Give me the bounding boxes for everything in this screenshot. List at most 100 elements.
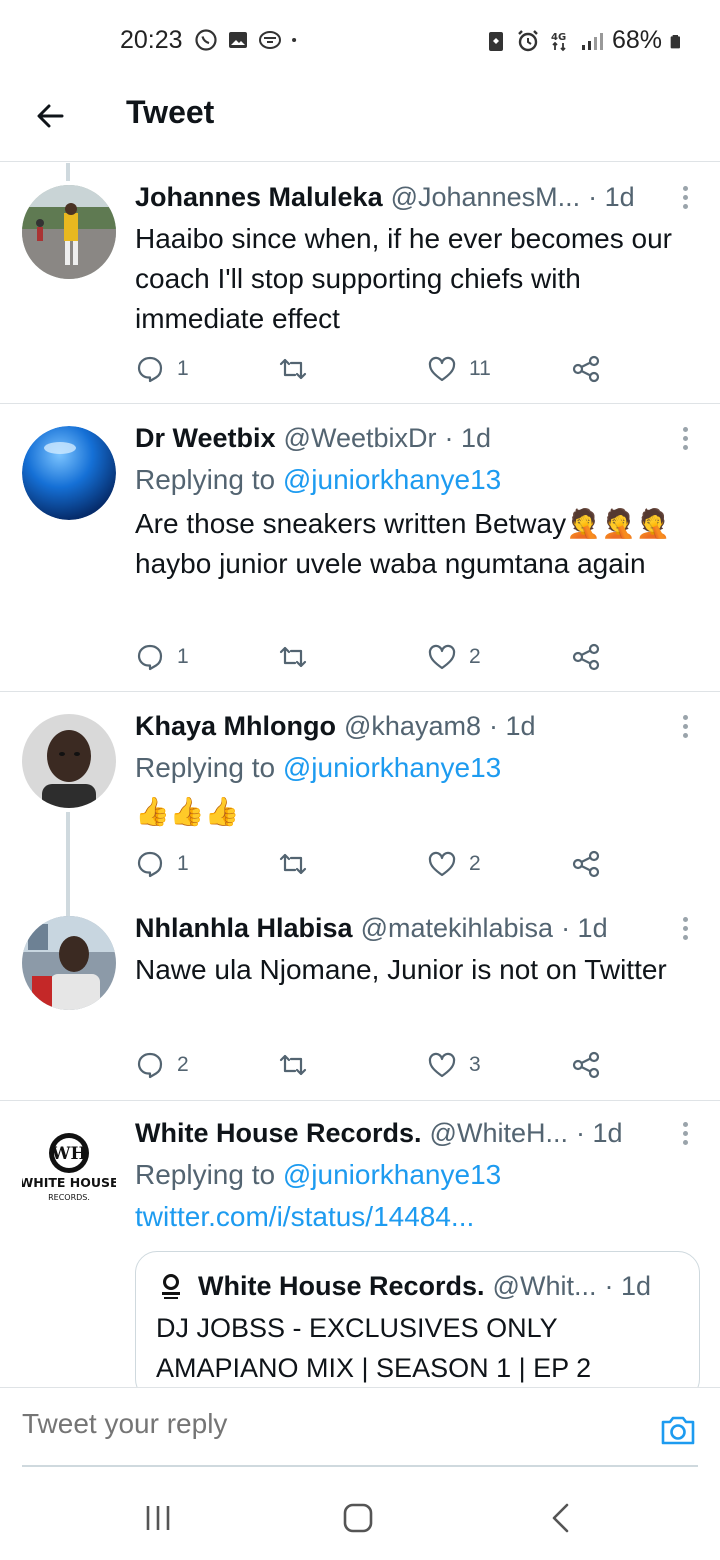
retweet-button[interactable] <box>278 637 320 677</box>
back-button[interactable] <box>30 96 70 136</box>
quoted-tweet-time: · 1d <box>604 1270 651 1301</box>
more-options-button[interactable] <box>678 418 692 458</box>
author-name[interactable]: Khaya Mhlongo <box>135 711 336 742</box>
replying-to-label: Replying to <box>135 464 276 495</box>
replying-to-handle[interactable]: @juniorkhanye13 <box>283 752 501 783</box>
like-button[interactable]: 2 <box>427 637 481 677</box>
recents-icon <box>146 1506 170 1530</box>
author-handle[interactable]: @WeetbixDr <box>284 423 437 454</box>
share-button[interactable] <box>571 1045 601 1085</box>
author-name[interactable]: Dr Weetbix <box>135 423 276 454</box>
whatsapp-icon <box>195 29 217 51</box>
like-button[interactable]: 3 <box>427 1045 481 1085</box>
share-button[interactable] <box>571 844 601 884</box>
share-button[interactable] <box>571 349 601 389</box>
more-options-button[interactable] <box>678 1113 692 1153</box>
status-right-group: 4G 68% <box>484 26 686 55</box>
tweet-time: · 1d <box>575 1117 623 1148</box>
avatar[interactable] <box>22 714 116 808</box>
quoted-tweet-text: DJ JOBSS - EXCLUSIVES ONLY AMAPIANO MIX … <box>156 1313 592 1383</box>
camera-icon <box>661 1416 695 1445</box>
thread-line <box>66 163 70 181</box>
avatar[interactable] <box>22 185 116 279</box>
white-house-records-logo-icon: WH WHITE HOUSE RECORDS. <box>19 1123 119 1217</box>
author-handle[interactable]: @khayam8 <box>344 711 481 742</box>
status-bar: 20:23 4G 68% <box>0 0 720 80</box>
avatar-blue-sphere-icon <box>22 426 116 520</box>
reply-button[interactable]: 1 <box>135 349 189 389</box>
reply-button[interactable]: 2 <box>135 1045 189 1085</box>
reply-button[interactable]: 1 <box>135 637 189 677</box>
retweet-icon <box>279 853 307 875</box>
svg-text:WH: WH <box>50 1144 86 1164</box>
author-handle[interactable]: @WhiteH... <box>430 1118 568 1149</box>
share-icon <box>572 355 600 383</box>
alarm-icon <box>518 29 538 51</box>
author-handle[interactable]: @JohannesM... <box>391 182 581 213</box>
replying-to-handle[interactable]: @juniorkhanye13 <box>283 464 501 495</box>
like-button[interactable]: 11 <box>427 349 491 389</box>
author-handle[interactable]: @matekihlabisa <box>361 913 554 944</box>
avatar-photo-icon <box>22 185 116 279</box>
tweet-header: Nhlanhla Hlabisa @matekihlabisa · 1d <box>135 910 700 946</box>
share-icon <box>572 1051 600 1079</box>
tweet-dr-weetbix[interactable]: Dr Weetbix @WeetbixDr · 1d Replying to @… <box>0 404 720 692</box>
camera-button[interactable] <box>658 1410 698 1450</box>
battery-percent: 68% <box>611 26 662 54</box>
reply-composer <box>0 1387 720 1467</box>
signal-icon <box>581 32 603 50</box>
composer-underline <box>22 1465 698 1467</box>
replying-to: Replying to @juniorkhanye13 <box>135 750 700 786</box>
reply-icon <box>137 851 163 878</box>
home-button[interactable] <box>340 1500 376 1536</box>
status-time: 20:23 <box>120 26 183 54</box>
share-button[interactable] <box>571 637 601 677</box>
tweet-khaya[interactable]: Khaya Mhlongo @khayam8 · 1d Replying to … <box>0 692 720 898</box>
recents-button[interactable] <box>140 1500 176 1536</box>
battery-saver-icon <box>488 31 503 51</box>
tweet-header: Khaya Mhlongo @khayam8 · 1d <box>135 708 700 744</box>
avatar[interactable] <box>22 916 116 1010</box>
reply-icon <box>137 356 163 383</box>
like-icon <box>428 356 456 382</box>
like-icon <box>428 644 456 670</box>
quoted-tweet[interactable]: White House Records. @Whit... · 1d DJ JO… <box>135 1251 700 1387</box>
gallery-icon <box>229 32 247 48</box>
tweet-nhlanhla[interactable]: Nhlanhla Hlabisa @matekihlabisa · 1d Naw… <box>0 898 720 1101</box>
retweet-button[interactable] <box>278 1045 320 1085</box>
more-options-button[interactable] <box>678 706 692 746</box>
author-name[interactable]: Johannes Maluleka <box>135 182 383 213</box>
replying-to-label: Replying to <box>135 752 276 783</box>
quoted-tweet-header: White House Records. @Whit... · 1d <box>156 1266 679 1306</box>
tweet-time: · 1d <box>444 422 492 453</box>
like-count: 11 <box>469 357 491 380</box>
avatar-photo-icon <box>22 714 116 808</box>
reply-count: 1 <box>177 357 189 380</box>
svg-text:WHITE HOUSE: WHITE HOUSE <box>22 1175 116 1190</box>
page-title: Tweet <box>126 94 215 130</box>
thread-line <box>66 812 70 898</box>
svg-text:4G: 4G <box>551 32 566 43</box>
reply-count: 1 <box>177 645 189 668</box>
tweet-johannes[interactable]: Johannes Maluleka @JohannesM... · 1d Haa… <box>0 163 720 404</box>
retweet-button[interactable] <box>278 844 320 884</box>
more-options-button[interactable] <box>678 177 692 217</box>
author-name[interactable]: Nhlanhla Hlabisa <box>135 913 353 944</box>
avatar[interactable] <box>22 426 116 520</box>
avatar[interactable]: WH WHITE HOUSE RECORDS. <box>19 1123 119 1217</box>
tweet-white-house-records[interactable]: WH WHITE HOUSE RECORDS. White House Reco… <box>0 1101 720 1387</box>
retweet-button[interactable] <box>278 349 320 389</box>
reply-button[interactable]: 1 <box>135 844 189 884</box>
quoted-avatar-logo-icon <box>162 1274 180 1299</box>
system-back-button[interactable] <box>546 1500 576 1536</box>
reply-input[interactable] <box>22 1408 622 1440</box>
like-icon <box>428 851 456 877</box>
author-name[interactable]: White House Records. <box>135 1118 422 1149</box>
tweet-text: Nawe ula Njomane, Junior is not on Twitt… <box>135 954 667 985</box>
app-header: Tweet <box>0 80 720 162</box>
like-button[interactable]: 2 <box>427 844 481 884</box>
tweet-link[interactable]: twitter.com/i/status/14484... <box>135 1197 700 1237</box>
replying-to-handle[interactable]: @juniorkhanye13 <box>283 1159 501 1190</box>
thread-line <box>66 898 70 916</box>
more-options-button[interactable] <box>678 908 692 948</box>
